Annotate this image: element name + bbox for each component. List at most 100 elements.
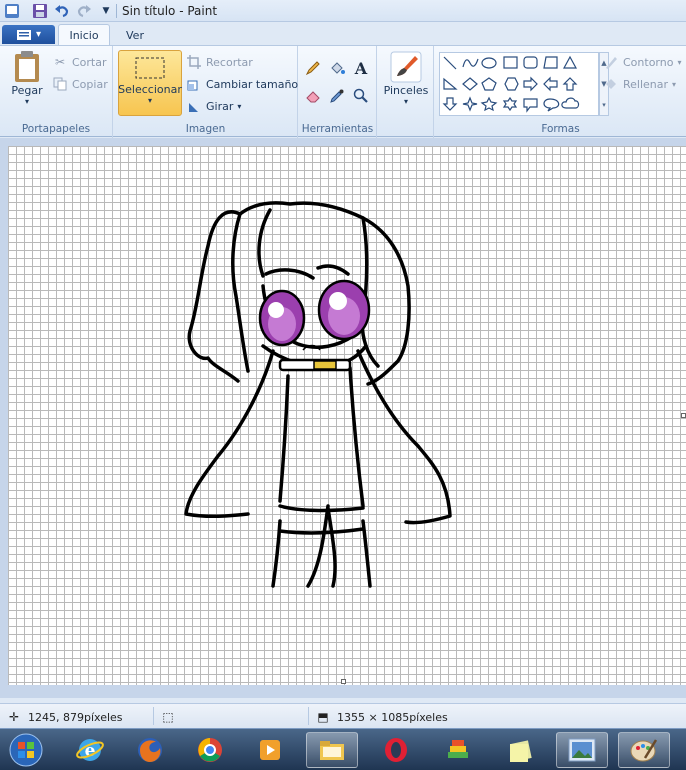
hair-outline-left bbox=[187, 210, 242, 383]
text-icon[interactable]: A bbox=[351, 58, 371, 78]
drawing-canvas[interactable] bbox=[8, 146, 686, 685]
paintbrush-icon bbox=[390, 51, 422, 83]
window-title: Sin título - Paint bbox=[122, 4, 218, 18]
image-group: Seleccionar ▾ Recortar Cambiar tamaño Gi… bbox=[114, 46, 298, 138]
copy-label: Copiar bbox=[72, 77, 108, 91]
clipboard-icon bbox=[15, 51, 39, 82]
shape-pentagon-icon bbox=[481, 77, 497, 91]
resize-handle-right[interactable] bbox=[681, 413, 686, 418]
cape-right bbox=[356, 349, 452, 525]
shapes-group: ▲ ▼ ▾ Contorno ▾ Rellenar ▾ Formas bbox=[435, 46, 686, 138]
chrome-icon[interactable] bbox=[184, 732, 236, 768]
magnifier-icon[interactable] bbox=[351, 86, 371, 106]
fill-shape-label: Rellenar bbox=[623, 77, 669, 91]
start-orb[interactable] bbox=[4, 732, 48, 768]
shape-right-arrow-icon bbox=[523, 76, 538, 92]
bluestacks-icon[interactable] bbox=[432, 732, 484, 768]
firefox-icon[interactable] bbox=[124, 732, 176, 768]
outline-button[interactable]: Contorno ▾ bbox=[603, 52, 681, 72]
cut-label: Cortar bbox=[72, 55, 107, 69]
internet-explorer-icon[interactable]: e bbox=[64, 732, 116, 768]
customize-dropdown-icon[interactable]: ▼ bbox=[98, 3, 114, 19]
chevron-down-icon: ▾ bbox=[672, 79, 677, 89]
save-icon[interactable] bbox=[32, 3, 48, 19]
color-picker-icon[interactable] bbox=[327, 86, 347, 106]
paint-app-icon[interactable] bbox=[4, 3, 20, 19]
paint-taskbar-icon[interactable] bbox=[618, 732, 670, 768]
fill-shape-icon bbox=[603, 76, 619, 92]
canvas-size-icon: ⬒ bbox=[317, 710, 329, 724]
cursor-position-text: 1245, 879píxeles bbox=[28, 710, 123, 724]
body-sides bbox=[278, 366, 365, 508]
tab-ver[interactable]: Ver bbox=[112, 24, 158, 46]
taskbar: e bbox=[0, 728, 686, 770]
selection-size-icon: ⬚ bbox=[162, 710, 174, 724]
shape-oval-icon bbox=[481, 57, 497, 69]
resize-handle-bottom[interactable] bbox=[341, 679, 346, 684]
resize-button[interactable]: Cambiar tamaño bbox=[186, 74, 298, 94]
brushes-label: Pinceles bbox=[383, 84, 429, 97]
scissors-icon: ✂ bbox=[54, 55, 66, 69]
photo-viewer-icon[interactable] bbox=[556, 732, 608, 768]
expand-gallery-icon[interactable]: ▾ bbox=[602, 101, 606, 109]
sticky-notes-icon[interactable] bbox=[494, 732, 546, 768]
shapes-gallery bbox=[439, 52, 599, 116]
chevron-down-icon: ▾ bbox=[24, 97, 29, 106]
shape-left-arrow-icon bbox=[543, 76, 558, 92]
fill-icon[interactable] bbox=[327, 58, 347, 78]
paste-label: Pegar bbox=[11, 84, 43, 97]
opera-icon[interactable] bbox=[370, 732, 422, 768]
fill-shape-button[interactable]: Rellenar ▾ bbox=[603, 74, 676, 94]
collar-band bbox=[278, 358, 352, 372]
chevron-down-icon: ▾ bbox=[237, 101, 242, 111]
shape-line-icon bbox=[443, 56, 457, 70]
file-explorer-icon[interactable] bbox=[306, 732, 358, 768]
brushes-button[interactable]: Pinceles ▾ bbox=[382, 50, 430, 116]
copy-icon bbox=[52, 76, 68, 92]
paste-button[interactable]: Pegar ▾ bbox=[4, 50, 50, 116]
select-button[interactable]: Seleccionar ▾ bbox=[118, 50, 182, 116]
shapes-palette bbox=[442, 55, 580, 113]
ribbon-tab-row: ▾ Inicio Ver bbox=[0, 22, 686, 46]
eyes bbox=[258, 279, 371, 347]
copy-button[interactable]: Copiar bbox=[52, 74, 108, 94]
paint-menu-button[interactable]: ▾ bbox=[2, 25, 55, 44]
pencil-icon[interactable] bbox=[303, 58, 323, 78]
rotate-button[interactable]: Girar ▾ bbox=[186, 96, 241, 116]
shape-up-arrow-icon bbox=[562, 77, 578, 91]
canvas-workspace bbox=[0, 138, 686, 698]
body-bottom bbox=[278, 504, 365, 513]
shape-four-point-star-icon bbox=[462, 96, 478, 112]
cut-button[interactable]: ✂ Cortar bbox=[52, 52, 107, 72]
chevron-down-icon: ▾ bbox=[403, 97, 408, 106]
crop-button[interactable]: Recortar bbox=[186, 52, 253, 72]
outline-label: Contorno bbox=[623, 55, 674, 69]
shape-cloud-callout-icon bbox=[561, 97, 580, 109]
resize-icon bbox=[186, 76, 202, 92]
shape-down-arrow-icon bbox=[442, 97, 458, 111]
rotate-label: Girar bbox=[206, 99, 234, 113]
shape-diamond-icon bbox=[462, 77, 478, 91]
hair-strand-mid bbox=[257, 208, 272, 278]
shape-triangle-icon bbox=[562, 55, 578, 69]
title-separator bbox=[116, 4, 117, 18]
chevron-down-icon: ▾ bbox=[677, 57, 682, 67]
character-drawing bbox=[184, 201, 452, 588]
menu-icon bbox=[16, 29, 31, 40]
eraser-icon[interactable] bbox=[303, 86, 323, 106]
chevron-down-icon: ▾ bbox=[35, 29, 42, 40]
clipboard-group: Pegar ▾ ✂ Cortar Copiar Portapapeles bbox=[0, 46, 113, 138]
title-bar: ▼ Sin título - Paint bbox=[0, 0, 686, 22]
status-separator bbox=[308, 707, 309, 725]
chevron-down-icon: ▾ bbox=[147, 96, 152, 105]
rotate-icon bbox=[186, 98, 202, 114]
shape-oval-callout-icon bbox=[543, 98, 560, 112]
status-separator bbox=[153, 707, 154, 725]
shapes-group-label: Formas bbox=[541, 123, 580, 135]
redo-icon[interactable] bbox=[76, 3, 92, 19]
tab-inicio[interactable]: Inicio bbox=[58, 24, 110, 46]
undo-icon[interactable] bbox=[54, 3, 70, 19]
canvas-size-text: 1355 × 1085píxeles bbox=[337, 710, 448, 724]
media-player-icon[interactable] bbox=[244, 732, 296, 768]
shape-rectangle-icon bbox=[503, 56, 518, 69]
